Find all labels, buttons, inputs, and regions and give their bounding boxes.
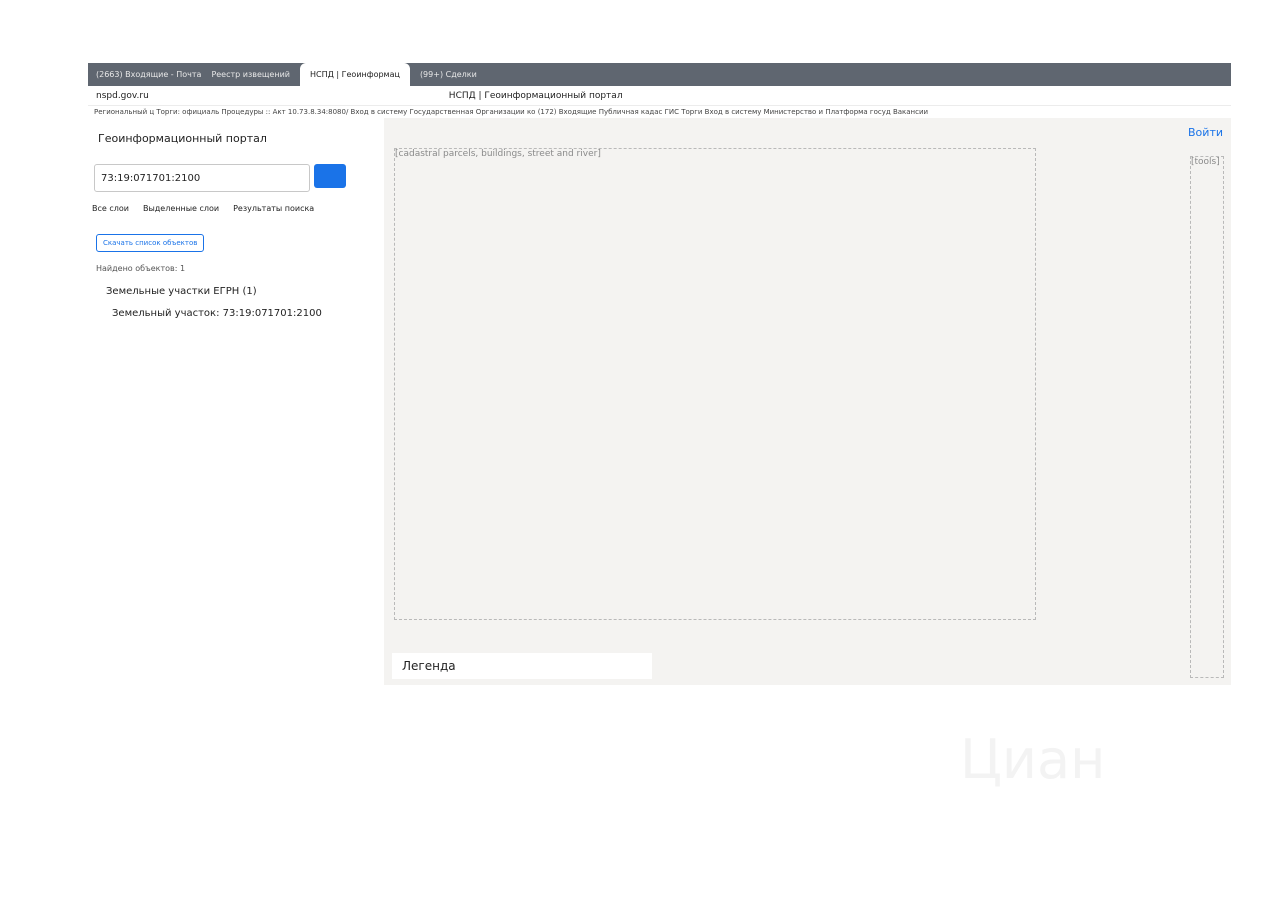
map-canvas[interactable]: Войти [cadastral parcels, buildings, str… [384, 118, 1231, 685]
tab-nspd[interactable]: НСПД | Геоинформац [299, 63, 410, 86]
legend-toggle[interactable]: Легенда [392, 653, 652, 679]
tab-selected-layers[interactable]: Выделенные слои [143, 204, 219, 213]
tab-deals[interactable]: (99+) Сделки [420, 70, 477, 79]
window-title: НСПД | Геоинформационный портал [448, 90, 623, 101]
search-field[interactable]: 73:19:071701:2100 [94, 164, 310, 192]
browser-screenshot: (2663) Входящие - Почта Реестр извещений… [88, 63, 1231, 685]
tab-search-results[interactable]: Результаты поиска [233, 204, 314, 213]
panel-tabs: Все слои Выделенные слои Результаты поис… [88, 204, 382, 213]
tab-registry[interactable]: Реестр извещений [211, 70, 290, 79]
search-panel: Геоинформационный портал 73:19:071701:21… [88, 118, 385, 685]
tab-strip: (2663) Входящие - Почта Реестр извещений… [88, 63, 1231, 86]
found-count: Найдено объектов: 1 [96, 264, 186, 273]
tab-mail[interactable]: (2663) Входящие - Почта [96, 70, 201, 79]
result-item[interactable]: Земельный участок: 73:19:071701:2100 [112, 308, 322, 319]
tab-all-layers[interactable]: Все слои [92, 204, 129, 213]
search-button[interactable] [314, 164, 346, 188]
login-button[interactable]: Войти [1188, 126, 1223, 139]
url-field[interactable]: nspd.gov.ru [96, 91, 149, 101]
app-title: Геоинформационный портал [98, 132, 267, 145]
search-value: 73:19:071701:2100 [101, 173, 201, 184]
address-bar: nspd.gov.ru НСПД | Геоинформационный пор… [88, 86, 1231, 106]
map-controls-region[interactable]: [tools] [1190, 156, 1224, 678]
result-group[interactable]: Земельные участки ЕГРН (1) [106, 286, 257, 297]
watermark: Циан [960, 728, 1106, 791]
download-list-button[interactable]: Скачать список объектов [96, 234, 205, 252]
cadastral-parcels-region[interactable]: [cadastral parcels, buildings, street an… [394, 148, 1036, 620]
